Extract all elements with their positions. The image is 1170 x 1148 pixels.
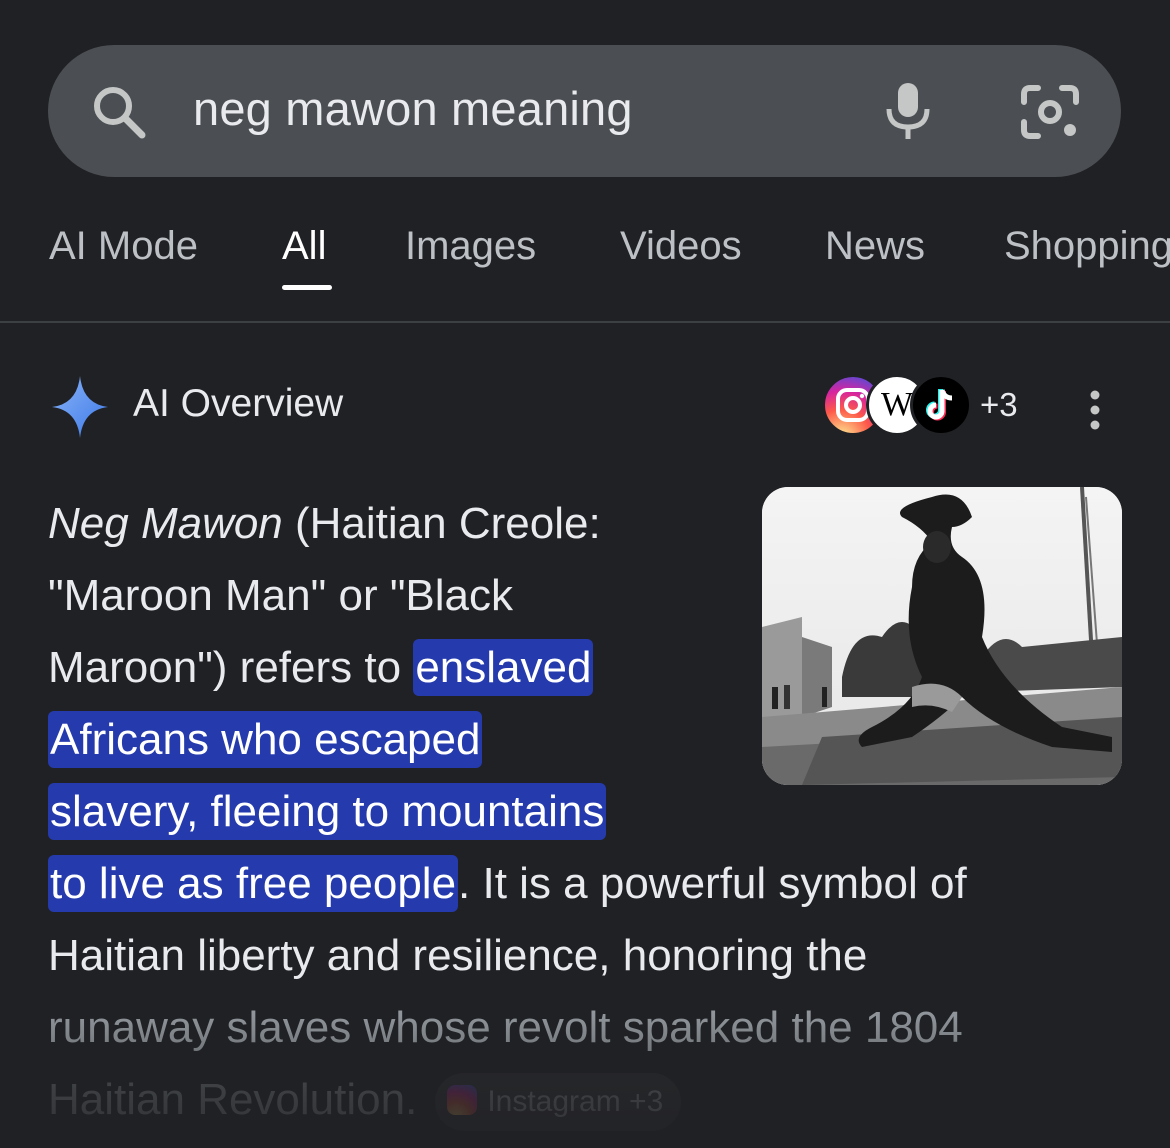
more-vert-icon[interactable]	[1083, 390, 1107, 435]
overview-text-1: (Haitian Creole:	[282, 499, 601, 548]
overview-line-8: runaway slaves whose revolt sparked the …	[48, 1003, 963, 1052]
overview-line-1: Neg Mawon (Haitian Creole:	[48, 488, 1108, 560]
microphone-icon[interactable]	[883, 81, 933, 146]
wikipedia-letter: W	[880, 386, 914, 423]
overview-line-6: to live as free people. It is a powerful…	[48, 848, 1108, 920]
search-bar[interactable]: neg mawon meaning	[48, 45, 1121, 177]
sparkle-icon	[50, 374, 110, 445]
tab-ai-mode[interactable]: AI Mode	[49, 224, 198, 269]
overview-text-6: . It is a powerful symbol of	[458, 859, 967, 908]
more-sources-count[interactable]: +3	[980, 386, 1018, 424]
term-neg-mawon: Neg Mawon	[48, 499, 283, 548]
search-input[interactable]: neg mawon meaning	[193, 81, 633, 136]
highlight-3[interactable]: slavery, fleeing to mountains	[48, 783, 607, 840]
highlight-2[interactable]: Africans who escaped	[48, 711, 483, 768]
instagram-icon	[447, 1085, 478, 1116]
overview-text-9: Haitian Revolution.	[48, 1075, 418, 1124]
overview-line-9: Haitian Revolution. Instagram +3	[48, 1064, 1108, 1136]
active-tab-indicator	[282, 285, 332, 290]
highlight-4[interactable]: to live as free people	[48, 855, 459, 912]
ai-overview-header: AI Overview W +3	[0, 372, 1170, 442]
highlight-1[interactable]: enslaved	[413, 639, 594, 696]
tab-shopping[interactable]: Shopping	[1004, 224, 1170, 269]
tab-images[interactable]: Images	[405, 224, 536, 269]
source-avatars[interactable]: W	[822, 372, 982, 438]
camera-lens-icon[interactable]	[1020, 84, 1080, 145]
overview-text-3: Maroon") refers to	[48, 643, 414, 692]
overview-line-7: Haitian liberty and resilience, honoring…	[48, 931, 868, 980]
tab-all[interactable]: All	[282, 224, 326, 269]
overview-line-5: slavery, fleeing to mountains	[48, 776, 1108, 848]
source-chip-label: Instagram +3	[487, 1085, 664, 1119]
search-icon[interactable]	[90, 83, 148, 146]
tiktok-icon[interactable]	[910, 374, 972, 436]
overview-line-4: Africans who escaped	[48, 704, 1108, 776]
overview-line-3: Maroon") refers to enslaved	[48, 632, 1108, 704]
tab-videos[interactable]: Videos	[620, 224, 742, 269]
ai-overview-text: Neg Mawon (Haitian Creole: "Maroon Man" …	[48, 488, 1108, 1136]
search-tabs: AI Mode All Images Videos News Shopping	[0, 218, 1170, 323]
ai-overview-title: AI Overview	[133, 382, 344, 425]
overview-line-2: "Maroon Man" or "Black	[48, 571, 514, 620]
source-chip[interactable]: Instagram +3	[435, 1073, 682, 1132]
tab-news[interactable]: News	[825, 224, 925, 269]
